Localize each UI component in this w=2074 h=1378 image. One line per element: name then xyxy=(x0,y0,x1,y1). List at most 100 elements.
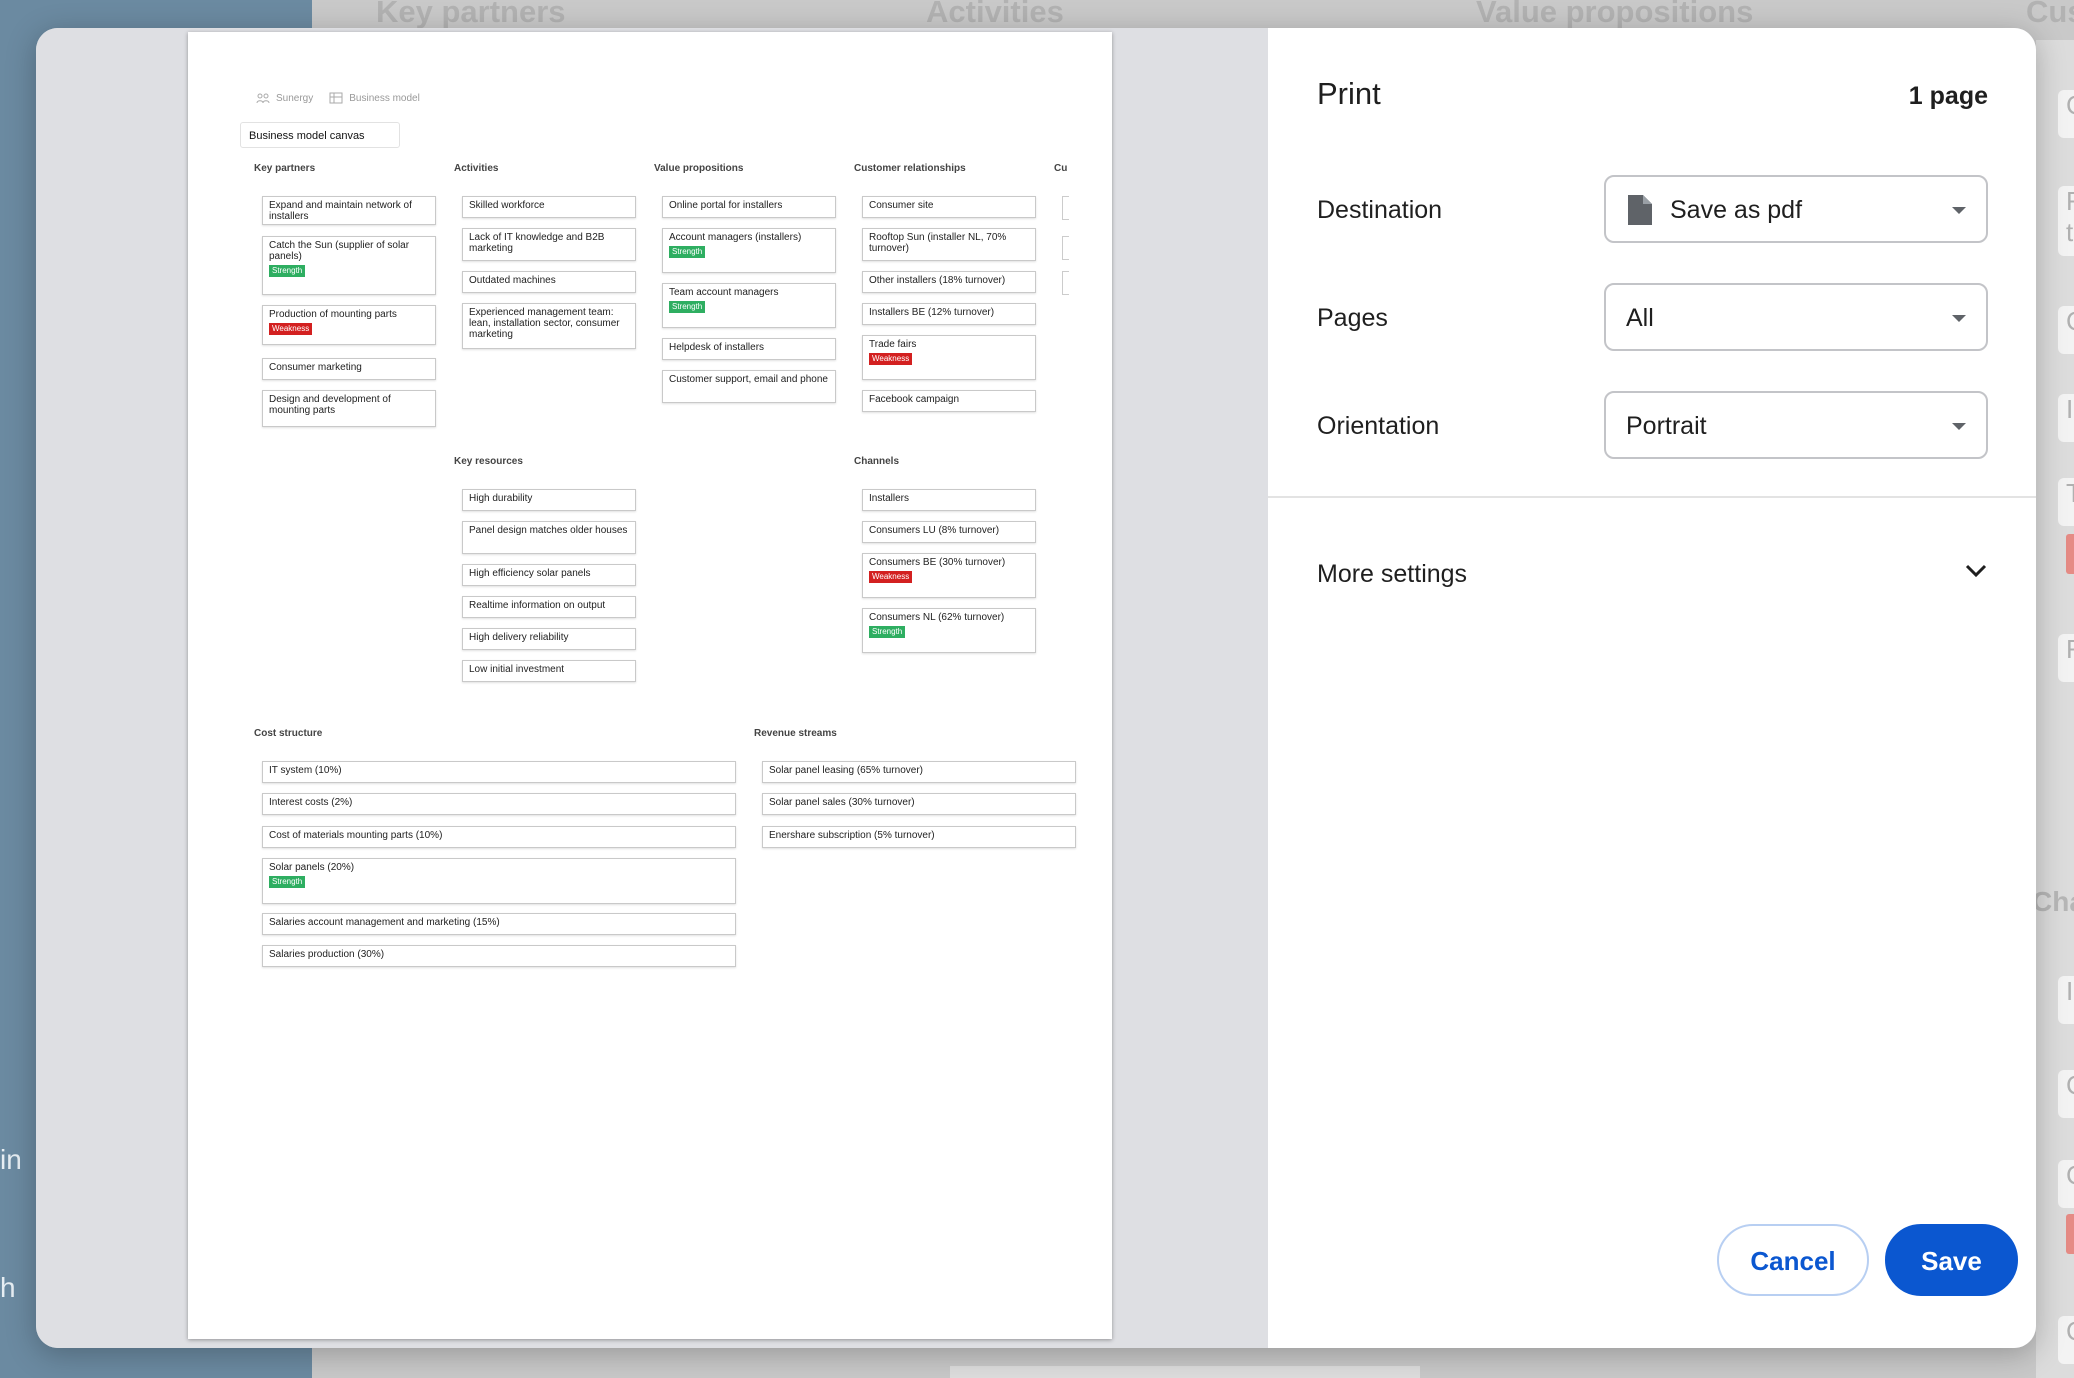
canvas-card: Consumers LU (8% turnover) xyxy=(862,521,1036,543)
canvas-card: Consumer marketing xyxy=(262,358,436,380)
bg-column-title: Value propositions xyxy=(1476,0,1754,29)
destination-value: Save as pdf xyxy=(1670,196,1803,224)
canvas-card: Consumers NL (62% turnover) Strength xyxy=(862,608,1036,653)
canvas-card: Experienced management team: lean, insta… xyxy=(462,303,636,349)
section-title-customer-relationships: Customer relationships xyxy=(854,163,966,174)
card-text: Solar panels (20%) xyxy=(269,862,355,873)
bg-card: T xyxy=(2058,478,2074,526)
chevron-down-icon xyxy=(1965,564,1987,578)
bg-column-title: Key partners xyxy=(376,0,566,29)
file-icon xyxy=(1628,195,1652,225)
canvas-card: Trade fairs Weakness xyxy=(862,335,1036,380)
table-icon xyxy=(329,92,343,104)
bg-card: I xyxy=(2058,394,2074,442)
card-text: Team account managers xyxy=(669,287,779,298)
bg-column-title: Activities xyxy=(926,0,1064,29)
canvas-card: Production of mounting parts Weakness xyxy=(262,305,436,345)
canvas-card: Team account managers Strength xyxy=(662,283,836,328)
save-button[interactable]: Save xyxy=(1885,1224,2018,1296)
canvas-card: Solar panel sales (30% turnover) xyxy=(762,793,1076,815)
card-text: Outdated machines xyxy=(469,275,556,286)
destination-label: Destination xyxy=(1317,196,1443,224)
strength-badge: Strength xyxy=(669,301,706,313)
card-text: Customer support, email and phone xyxy=(669,374,828,385)
canvas-card: Salaries account management and marketin… xyxy=(262,913,736,935)
canvas-card: Online portal for installers xyxy=(662,196,836,218)
canvas-card: Cost of materials mounting parts (10%) xyxy=(262,826,736,848)
orientation-select[interactable]: Portrait xyxy=(1604,391,1988,459)
canvas-card-stub xyxy=(1062,236,1069,260)
bg-card: C xyxy=(2058,1160,2074,1208)
canvas-card: Realtime information on output xyxy=(462,596,636,618)
strength-badge: Strength xyxy=(869,626,906,638)
canvas-card: Facebook campaign xyxy=(862,390,1036,412)
section-title-activities: Activities xyxy=(454,163,499,174)
pages-value: All xyxy=(1626,304,1654,332)
section-title-revenue-streams: Revenue streams xyxy=(754,728,837,739)
card-text: Salaries production (30%) xyxy=(269,949,385,960)
section-title-value-propositions: Value propositions xyxy=(654,163,744,174)
card-text: High efficiency solar panels xyxy=(469,568,591,579)
card-text: Other installers (18% turnover) xyxy=(869,275,1006,286)
bg-card: C xyxy=(2058,1316,2074,1364)
card-text: Solar panel leasing (65% turnover) xyxy=(769,765,923,776)
dropdown-arrow-icon xyxy=(1952,423,1966,430)
strength-badge: Strength xyxy=(269,876,306,888)
card-text: Cost of materials mounting parts (10%) xyxy=(269,830,443,841)
canvas-card: Catch the Sun (supplier of solar panels)… xyxy=(262,236,436,295)
canvas-card: Expand and maintain network of installer… xyxy=(262,196,436,225)
pages-select[interactable]: All xyxy=(1604,283,1988,351)
bg-card: C xyxy=(2058,1070,2074,1118)
weakness-badge: Weakness xyxy=(269,323,313,335)
canvas-card: Solar panels (20%) Strength xyxy=(262,858,736,904)
bg-bottom-bar xyxy=(950,1366,1420,1378)
card-text: Low initial investment xyxy=(469,664,565,675)
print-dialog: Sunergy Business model Business model ca… xyxy=(36,28,2036,1348)
card-text: Panel design matches older houses xyxy=(469,525,628,536)
section-title-key-partners: Key partners xyxy=(254,163,316,174)
card-text: Trade fairs xyxy=(869,339,917,350)
card-text: High durability xyxy=(469,493,533,504)
more-settings-toggle[interactable]: More settings xyxy=(1317,556,1987,596)
weakness-badge: Weakness xyxy=(869,353,913,365)
section-title-channels: Channels xyxy=(854,456,900,467)
bg-weakness-tag xyxy=(2066,534,2074,574)
canvas-card: Other installers (18% turnover) xyxy=(862,271,1036,293)
section-title-customer-segments: Cu xyxy=(1054,163,1068,174)
card-text: Interest costs (2%) xyxy=(269,797,353,808)
card-text: Consumers BE (30% turnover) xyxy=(869,557,1006,568)
bg-card-text: F xyxy=(2066,186,2074,216)
cancel-button[interactable]: Cancel xyxy=(1717,1224,1869,1296)
canvas-card: Enershare subscription (5% turnover) xyxy=(762,826,1076,848)
bg-weakness-tag xyxy=(2066,1214,2074,1254)
dropdown-arrow-icon xyxy=(1952,315,1966,322)
canvas-card: Outdated machines xyxy=(462,271,636,293)
card-text: Consumer marketing xyxy=(269,362,362,373)
canvas-card: High durability xyxy=(462,489,636,511)
card-text: Experienced management team: lean, insta… xyxy=(469,307,620,340)
card-text: Enershare subscription (5% turnover) xyxy=(769,830,935,841)
bg-column-title: Cus xyxy=(2026,0,2074,29)
card-text: Consumers NL (62% turnover) xyxy=(869,612,1005,623)
dialog-title: Print xyxy=(1317,76,1381,111)
destination-select[interactable]: Save as pdf xyxy=(1604,175,1988,243)
orientation-value: Portrait xyxy=(1626,412,1707,440)
canvas-card: High efficiency solar panels xyxy=(462,564,636,586)
canvas-card: Helpdesk of installers xyxy=(662,338,836,360)
print-preview-area[interactable]: Sunergy Business model Business model ca… xyxy=(36,28,1268,1348)
preview-page: Sunergy Business model Business model ca… xyxy=(188,32,1112,1339)
bg-card-text: t xyxy=(2066,217,2074,247)
canvas-card: Installers xyxy=(862,489,1036,511)
card-text: Realtime information on output xyxy=(469,600,606,611)
card-text: Lack of IT knowledge and B2B marketing xyxy=(469,232,605,254)
card-text: Installers xyxy=(869,493,910,504)
canvas-card: Account managers (installers) Strength xyxy=(662,228,836,273)
canvas-card: Consumers BE (30% turnover) Weakness xyxy=(862,553,1036,598)
canvas-card: Rooftop Sun (installer NL, 70% turnover) xyxy=(862,228,1036,261)
dropdown-arrow-icon xyxy=(1952,207,1966,214)
canvas-card: Panel design matches older houses xyxy=(462,521,636,554)
card-text: Salaries account management and marketin… xyxy=(269,917,500,928)
card-text: Catch the Sun (supplier of solar panels) xyxy=(269,240,410,262)
canvas-card-stub xyxy=(1062,196,1069,220)
strength-badge: Strength xyxy=(269,265,306,277)
